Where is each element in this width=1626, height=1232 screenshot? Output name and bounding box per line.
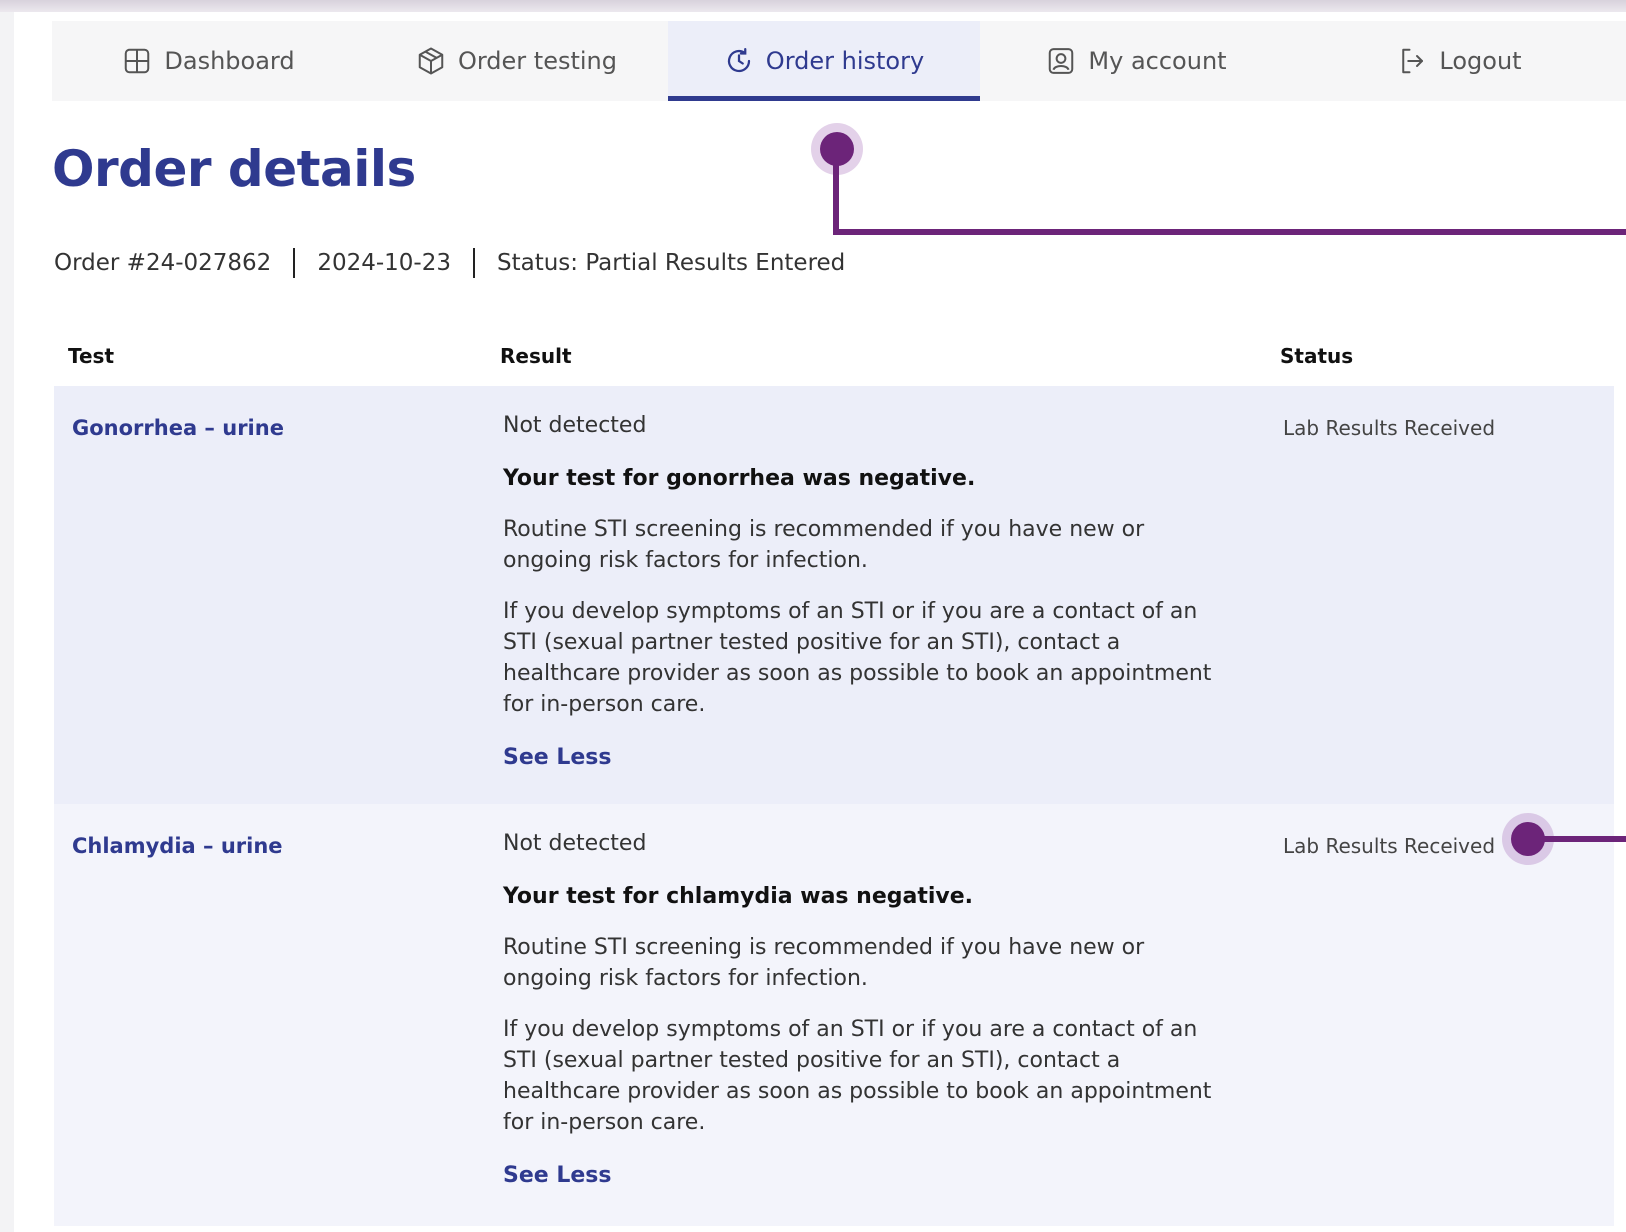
history-icon [727, 48, 750, 73]
order-status: Status: Partial Results Entered [496, 250, 846, 276]
result-paragraph: Routine STI screening is recommended if … [503, 517, 1145, 573]
status-text: Lab Results Received [1283, 416, 1496, 440]
nav-label: Logout [1439, 47, 1522, 75]
result-cell: Not detected Your test for gonorrhea was… [503, 410, 1233, 773]
nav-item-logout[interactable]: Logout [1293, 21, 1626, 101]
result-paragraph: Routine STI screening is recommended if … [503, 935, 1145, 991]
logout-icon [1402, 48, 1424, 74]
test-name: Gonorrhea – urine [72, 416, 284, 440]
status-text: Lab Results Received [1283, 834, 1496, 858]
result-headline: Your test for chlamydia was negative. [503, 884, 974, 909]
result-paragraph: If you develop symptoms of an STI or if … [503, 599, 1212, 717]
meta-divider [293, 248, 296, 278]
user-icon [1049, 48, 1074, 74]
top-strip [0, 0, 1626, 12]
order-meta: Order #24-027862 2024-10-23 Status: Part… [54, 248, 845, 278]
nav-item-dashboard[interactable]: Dashboard [52, 21, 365, 101]
table-row: Gonorrhea – urine Not detected Your test… [54, 386, 1614, 804]
nav-label: Order testing [457, 47, 618, 75]
result-value: Not detected [503, 413, 647, 438]
nav-label: Dashboard [164, 47, 295, 75]
test-name: Chlamydia – urine [72, 834, 283, 858]
result-value: Not detected [503, 831, 647, 856]
table-row: Chlamydia – urine Not detected Your test… [54, 804, 1614, 1226]
package-icon [418, 47, 444, 75]
result-headline: Your test for gonorrhea was negative. [503, 466, 976, 491]
result-cell: Not detected Your test for chlamydia was… [503, 828, 1233, 1191]
result-paragraph: If you develop symptoms of an STI or if … [503, 1017, 1212, 1135]
nav-label: Order history [765, 47, 925, 75]
nav-item-order-history[interactable]: Order history [668, 21, 980, 101]
page-title: Order details [52, 140, 416, 198]
see-less-link[interactable]: See Less [503, 742, 1233, 773]
nav-item-my-account[interactable]: My account [980, 21, 1293, 101]
nav-label: My account [1088, 47, 1227, 75]
order-date: 2024-10-23 [317, 250, 451, 276]
column-header-status: Status [1280, 344, 1354, 368]
meta-divider [472, 248, 475, 278]
see-less-link[interactable]: See Less [503, 1160, 1233, 1191]
column-header-test: Test [68, 344, 115, 368]
grid-icon [125, 48, 150, 74]
column-header-result: Result [500, 344, 572, 368]
nav-item-order-testing[interactable]: Order testing [365, 21, 668, 101]
order-number: Order #24-027862 [54, 250, 272, 276]
main-nav: Dashboard Order testing Order history My… [52, 21, 1626, 101]
